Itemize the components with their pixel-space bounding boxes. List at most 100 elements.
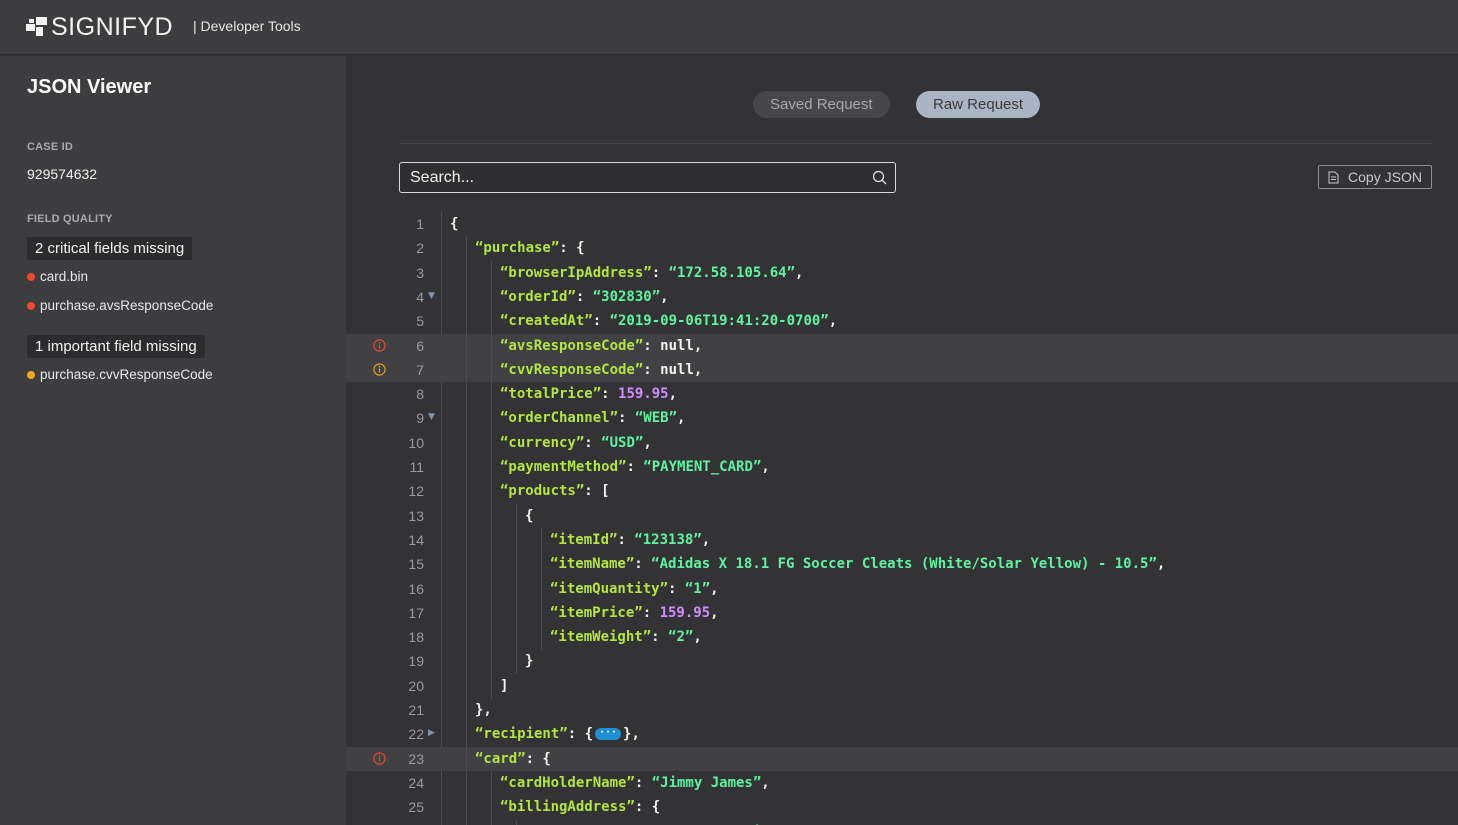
code-line[interactable]: 3 “browserIpAddress”: “172.58.105.64”, <box>346 260 1458 286</box>
copy-json-button[interactable]: Copy JSON <box>1318 165 1432 189</box>
code-line[interactable]: 5 “createdAt”: “2019-09-06T19:41:20-0700”… <box>346 309 1458 335</box>
code-line[interactable]: 25 “billingAddress”: { <box>346 795 1458 821</box>
indent-guide <box>491 649 492 675</box>
code-line[interactable]: 17 “itemPrice”: 159.95, <box>346 600 1458 626</box>
code-line[interactable]: 23 “card”: { <box>346 746 1458 772</box>
json-key: “itemWeight” <box>550 629 652 646</box>
code-content: “itemWeight”: “2”, <box>550 625 702 649</box>
json-string: “WEB” <box>634 410 678 427</box>
json-punctuation: : <box>651 264 669 281</box>
indent-guide <box>491 284 492 310</box>
indent-guide <box>491 455 492 480</box>
code-line[interactable]: 13 { <box>346 503 1458 529</box>
divider <box>399 143 1432 144</box>
json-punctuation: , <box>668 386 678 403</box>
critical-field-item[interactable]: card.bin <box>27 269 88 284</box>
search-box[interactable] <box>399 162 896 193</box>
code-line[interactable]: 2 “purchase”: { <box>346 236 1458 262</box>
indent-guide <box>541 552 542 578</box>
important-info-icon[interactable] <box>373 363 386 376</box>
code-line[interactable]: 16 “itemQuantity”: “1”, <box>346 576 1458 602</box>
code-content: { <box>525 504 533 528</box>
code-line[interactable]: 24 “cardHolderName”: “Jimmy James”, <box>346 770 1458 796</box>
critical-field-item[interactable]: purchase.avsResponseCode <box>27 298 213 313</box>
json-punctuation: : <box>651 629 669 646</box>
indent-guide <box>466 333 467 359</box>
code-line[interactable]: 20] <box>346 673 1458 699</box>
json-key: “orderChannel” <box>500 410 619 427</box>
fold-arrow-down-icon[interactable]: ▼ <box>428 411 437 422</box>
json-punctuation: : <box>592 313 610 330</box>
code-line[interactable]: 1{ <box>346 212 1458 236</box>
brand-name: SIGNIFYD <box>51 13 174 41</box>
code-line[interactable]: 18 “itemWeight”: “2”, <box>346 625 1458 651</box>
indent-guide <box>491 795 492 821</box>
code-line[interactable]: 21}, <box>346 698 1458 723</box>
indent-guide <box>466 746 467 772</box>
code-line[interactable]: 6 “avsResponseCode”: null, <box>346 333 1458 359</box>
code-content: “itemPrice”: 159.95, <box>550 601 719 625</box>
line-number: 15 <box>408 556 424 573</box>
code-content: “billingAddress”: { <box>500 795 660 819</box>
expand-arrow-right-icon[interactable]: ▶ <box>428 727 437 738</box>
line-number: 12 <box>408 483 424 500</box>
json-key: “itemQuantity” <box>550 580 669 597</box>
json-punctuation: : <box>642 604 660 621</box>
collapsed-object-pill[interactable]: ··· <box>595 728 622 741</box>
tab-raw-request[interactable]: Raw Request <box>916 91 1041 118</box>
code-line[interactable]: 26 “streetAddress”: “541 Carolina Rd”, <box>346 819 1458 825</box>
app-subtitle: | Developer Tools <box>193 18 301 34</box>
indent-guide <box>466 600 467 626</box>
search-input[interactable] <box>410 169 850 187</box>
code-line[interactable]: 12 “products”: [ <box>346 479 1458 505</box>
indent-guide <box>466 479 467 505</box>
json-punctuation: : <box>668 580 685 597</box>
json-punctuation: : [ <box>584 483 610 500</box>
json-punctuation: , <box>761 774 770 791</box>
critical-info-icon[interactable] <box>373 751 386 765</box>
indent-guide <box>491 552 492 578</box>
indent-guide <box>466 527 467 553</box>
code-line[interactable]: 9 ▼ “orderChannel”: “WEB”, <box>346 406 1458 432</box>
case-id-value: 929574632 <box>27 166 98 182</box>
fold-arrow-down-icon[interactable]: ▼ <box>428 290 437 301</box>
code-line[interactable]: 4 ▼ “orderId”: “302830”, <box>346 284 1458 310</box>
indent-guide <box>516 600 517 626</box>
line-number: 16 <box>408 580 424 597</box>
search-icon[interactable] <box>872 170 887 185</box>
code-line[interactable]: 15 “itemName”: “Adidas X 18.1 FG Soccer C… <box>346 552 1458 578</box>
indent-guide <box>466 673 467 699</box>
line-number: 10 <box>408 434 424 451</box>
json-string: “302830” <box>592 288 661 305</box>
line-number: 22 <box>408 726 424 743</box>
critical-info-icon[interactable] <box>373 338 386 352</box>
code-content: “totalPrice”: 159.95, <box>500 382 677 406</box>
code-line[interactable]: 22 ▶ “recipient”: {···}, <box>346 722 1458 748</box>
signifyd-logo[interactable]: SIGNIFYD <box>26 13 174 41</box>
code-line[interactable]: 7 “cvvResponseCode”: null, <box>346 357 1458 383</box>
code-line[interactable]: 14 “itemId”: “123138”, <box>346 527 1458 553</box>
json-punctuation: , <box>693 629 702 646</box>
important-field-item[interactable]: purchase.cvvResponseCode <box>27 367 213 382</box>
indent-guide <box>491 819 492 825</box>
code-content: “purchase”: { <box>475 236 585 260</box>
line-number: 5 <box>416 313 424 330</box>
indent-guide <box>491 406 492 432</box>
json-punctuation: , <box>1156 556 1166 573</box>
code-line[interactable]: 10 “currency”: “USD”, <box>346 430 1458 456</box>
indent-guide <box>491 479 492 505</box>
code-content: “orderChannel”: “WEB”, <box>500 406 685 430</box>
indent-guide <box>466 357 467 383</box>
json-string: “1” <box>684 580 711 597</box>
json-key: “itemId” <box>550 531 618 548</box>
line-number: 4 <box>416 288 424 305</box>
json-key: “cvvResponseCode” <box>500 361 644 378</box>
code-line[interactable]: 8 “totalPrice”: 159.95, <box>346 382 1458 408</box>
json-punctuation: , <box>677 410 686 427</box>
field-name: purchase.avsResponseCode <box>40 298 214 313</box>
indent-guide <box>516 819 517 825</box>
code-line[interactable]: 19} <box>346 649 1458 675</box>
tab-saved-request[interactable]: Saved Request <box>753 91 890 118</box>
indent-guide <box>466 576 467 602</box>
code-line[interactable]: 11 “paymentMethod”: “PAYMENT_CARD”, <box>346 455 1458 480</box>
